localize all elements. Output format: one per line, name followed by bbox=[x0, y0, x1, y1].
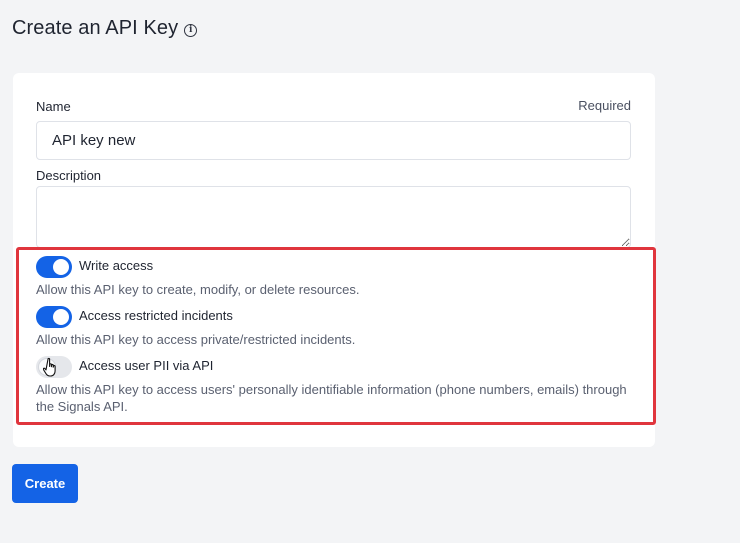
user-pii-description: Allow this API key to access users' pers… bbox=[36, 382, 627, 414]
description-label: Description bbox=[36, 168, 102, 183]
info-icon[interactable]: i bbox=[184, 24, 198, 37]
required-label: Required bbox=[578, 98, 631, 113]
description-textarea[interactable] bbox=[36, 186, 631, 248]
hand-pointer-cursor-icon bbox=[43, 357, 56, 377]
page-header: Create an API Key i bbox=[12, 17, 198, 40]
toggle-knob bbox=[53, 259, 69, 275]
toggle-knob bbox=[53, 309, 69, 325]
user-pii-toggle[interactable] bbox=[36, 356, 72, 378]
write-access-toggle[interactable] bbox=[36, 256, 72, 278]
page-title: Create an API Key bbox=[12, 17, 179, 39]
write-access-description: Allow this API key to create, modify, or… bbox=[36, 282, 360, 297]
restricted-incidents-description: Allow this API key to access private/res… bbox=[36, 332, 356, 347]
name-label: Name bbox=[36, 99, 71, 114]
create-button[interactable]: Create bbox=[12, 464, 78, 503]
restricted-incidents-title: Access restricted incidents bbox=[79, 308, 233, 323]
name-input[interactable] bbox=[36, 121, 631, 160]
user-pii-title: Access user PII via API bbox=[79, 358, 214, 373]
write-access-title: Write access bbox=[79, 258, 154, 273]
restricted-incidents-toggle[interactable] bbox=[36, 306, 72, 328]
